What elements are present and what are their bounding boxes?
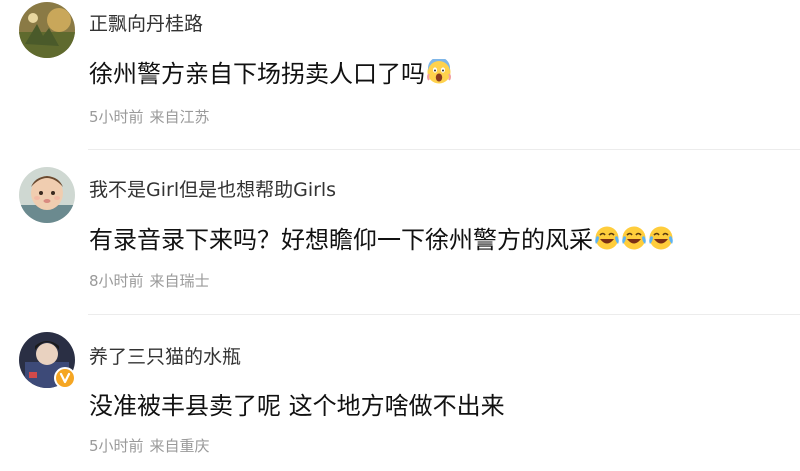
comment-item: 我不是Girl但是也想帮助Girls 有录音录下来吗？好想瞻仰一下徐州警方的风采 (0, 150, 800, 315)
comment-content: 徐州警方亲自下场拐卖人口了吗 (89, 60, 425, 88)
scream-emoji-icon (426, 58, 452, 85)
username[interactable]: 养了三只猫的水瓶 (89, 342, 241, 369)
verified-badge-icon (54, 367, 76, 389)
comment-content: 没准被丰县卖了呢 这个地方啥做不出来 (89, 392, 505, 420)
location: 来自江苏 (149, 108, 210, 126)
comment-item: 正飘向丹桂路 徐州警方亲自下场拐卖人口了吗 5小时前 来自江苏 (0, 0, 800, 150)
comment-meta: 5小时前 来自重庆 (89, 435, 210, 456)
laugh-cry-emoji-icon (594, 225, 620, 251)
comment-text: 没准被丰县卖了呢 这个地方啥做不出来 (89, 386, 505, 421)
location: 来自重庆 (149, 437, 210, 455)
timestamp: 8小时前 (89, 272, 144, 290)
laugh-cry-emoji-icon (648, 225, 674, 251)
avatar[interactable] (19, 2, 75, 58)
timestamp: 5小时前 (89, 437, 144, 455)
location: 来自瑞士 (149, 272, 210, 290)
comment-item: 养了三只猫的水瓶 没准被丰县卖了呢 这个地方啥做不出来 5小时前 来自重庆 (0, 315, 800, 471)
timestamp: 5小时前 (89, 108, 144, 126)
comment-content: 有录音录下来吗？好想瞻仰一下徐州警方的风采 (89, 226, 593, 254)
comment-meta: 8小时前 来自瑞士 (89, 270, 210, 291)
laugh-cry-emoji-icon (621, 225, 647, 251)
username[interactable]: 正飘向丹桂路 (89, 9, 203, 36)
comment-meta: 5小时前 来自江苏 (89, 106, 210, 127)
comment-text: 有录音录下来吗？好想瞻仰一下徐州警方的风采 (89, 220, 674, 255)
username[interactable]: 我不是Girl但是也想帮助Girls (89, 175, 336, 202)
avatar[interactable] (19, 167, 75, 223)
comment-text: 徐州警方亲自下场拐卖人口了吗 (89, 54, 452, 89)
